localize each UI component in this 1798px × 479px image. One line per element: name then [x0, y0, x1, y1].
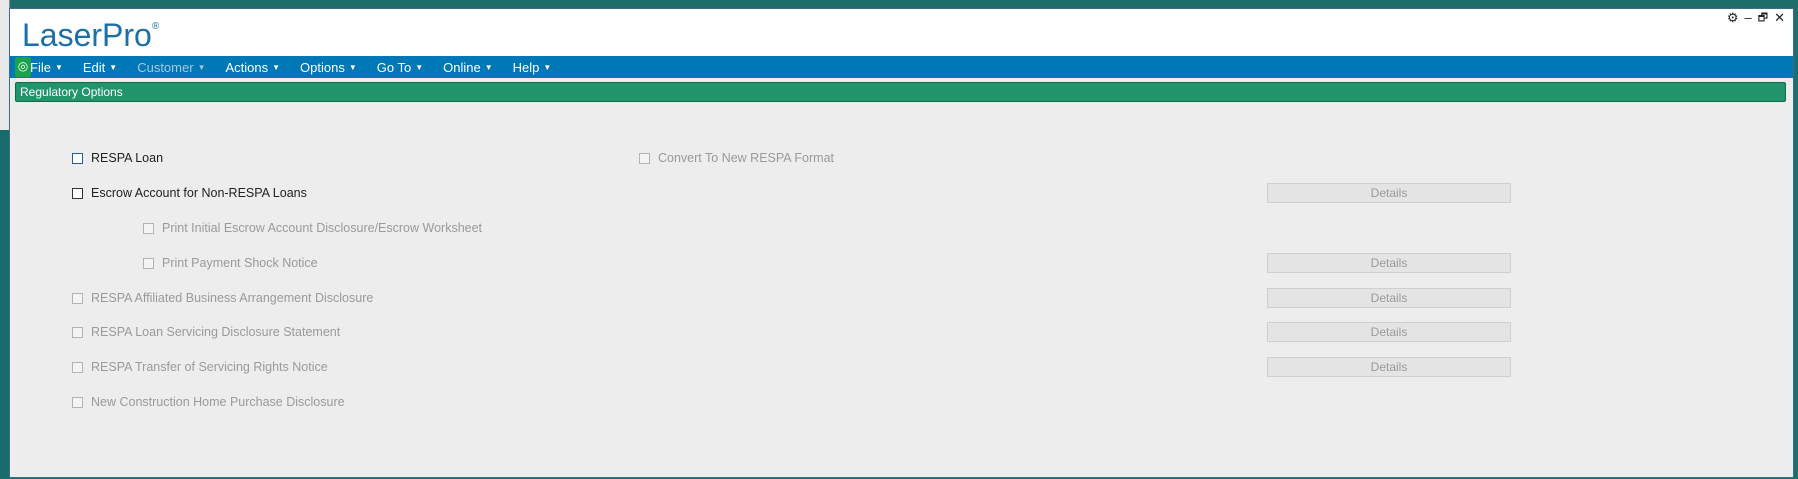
loan-servicing-details-button[interactable]: Details [1267, 322, 1511, 342]
option-print-payment-shock: Print Payment Shock Notice [143, 256, 318, 270]
new-construction-checkbox [72, 396, 83, 408]
option-new-construction: New Construction Home Purchase Disclosur… [72, 395, 345, 409]
loan-servicing-label: RESPA Loan Servicing Disclosure Statemen… [91, 325, 341, 339]
window-controls: ⚙ – 🗗 ✕ [1727, 11, 1785, 25]
option-print-initial-escrow: Print Initial Escrow Account Disclosure/… [143, 221, 482, 235]
regulatory-options-panel: RESPA Loan Convert To New RESPA Format E… [10, 104, 1793, 479]
print-initial-escrow-checkbox [143, 222, 154, 234]
app-badge-icon[interactable]: ◎ [15, 57, 31, 77]
settings-icon[interactable]: ⚙ [1727, 11, 1739, 25]
convert-format-checkbox [639, 152, 650, 164]
print-payment-shock-checkbox [143, 257, 154, 269]
chevron-down-icon: ▼ [484, 62, 493, 72]
option-convert-format: Convert To New RESPA Format [639, 151, 834, 165]
affiliated-business-label: RESPA Affiliated Business Arrangement Di… [91, 291, 374, 305]
app-window: LaserPro® ⚙ – 🗗 ✕ File ▼ Edit ▼ Customer ▼ … [9, 8, 1794, 478]
escrow-nonrespa-label: Escrow Account for Non-RESPA Loans [91, 186, 307, 200]
chevron-down-icon: ▼ [197, 62, 206, 72]
escrow-details-button[interactable]: Details [1267, 183, 1511, 203]
section-header: Regulatory Options [15, 82, 1786, 102]
chevron-down-icon: ▼ [415, 62, 424, 72]
transfer-servicing-label: RESPA Transfer of Servicing Rights Notic… [91, 360, 328, 374]
transfer-servicing-checkbox [72, 361, 83, 373]
respa-loan-checkbox[interactable] [72, 152, 83, 164]
affiliated-business-checkbox [72, 292, 83, 304]
print-initial-escrow-label: Print Initial Escrow Account Disclosure/… [162, 221, 483, 235]
close-icon[interactable]: ✕ [1774, 11, 1785, 25]
menu-goto[interactable]: Go To ▼ [367, 60, 433, 75]
option-loan-servicing: RESPA Loan Servicing Disclosure Statemen… [72, 325, 340, 339]
loan-servicing-checkbox [72, 326, 83, 338]
respa-loan-label: RESPA Loan [91, 151, 164, 165]
option-affiliated-business: RESPA Affiliated Business Arrangement Di… [72, 291, 373, 305]
chevron-down-icon: ▼ [348, 62, 357, 72]
menu-actions[interactable]: Actions ▼ [215, 60, 290, 75]
escrow-nonrespa-checkbox[interactable] [72, 187, 83, 199]
chevron-down-icon: ▼ [543, 62, 552, 72]
affiliated-business-details-button[interactable]: Details [1267, 288, 1511, 308]
menu-online[interactable]: Online ▼ [433, 60, 503, 75]
minimize-icon[interactable]: – [1745, 11, 1752, 25]
menu-edit[interactable]: Edit ▼ [73, 60, 127, 75]
transfer-servicing-details-button[interactable]: Details [1267, 357, 1511, 377]
option-transfer-servicing: RESPA Transfer of Servicing Rights Notic… [72, 360, 328, 374]
menu-options[interactable]: Options ▼ [290, 60, 367, 75]
restore-icon[interactable]: 🗗 [1758, 11, 1768, 25]
title-bar: LaserPro® ⚙ – 🗗 ✕ [10, 9, 1793, 56]
convert-format-label: Convert To New RESPA Format [658, 151, 834, 165]
new-construction-label: New Construction Home Purchase Disclosur… [91, 395, 345, 409]
menu-customer[interactable]: Customer ▼ [127, 60, 215, 75]
app-logo: LaserPro® [22, 17, 160, 53]
option-escrow-nonrespa[interactable]: Escrow Account for Non-RESPA Loans [72, 186, 307, 200]
chevron-down-icon: ▼ [109, 62, 118, 72]
menu-help[interactable]: Help ▼ [503, 60, 562, 75]
chevron-down-icon: ▼ [272, 62, 281, 72]
print-payment-shock-label: Print Payment Shock Notice [162, 256, 318, 270]
chevron-down-icon: ▼ [54, 62, 63, 72]
menu-bar: File ▼ Edit ▼ Customer ▼ Actions ▼ Options ▼ … [10, 56, 1793, 78]
option-respa-loan[interactable]: RESPA Loan [72, 151, 163, 165]
background-window-panel [0, 130, 9, 478]
payment-shock-details-button[interactable]: Details [1267, 253, 1511, 273]
